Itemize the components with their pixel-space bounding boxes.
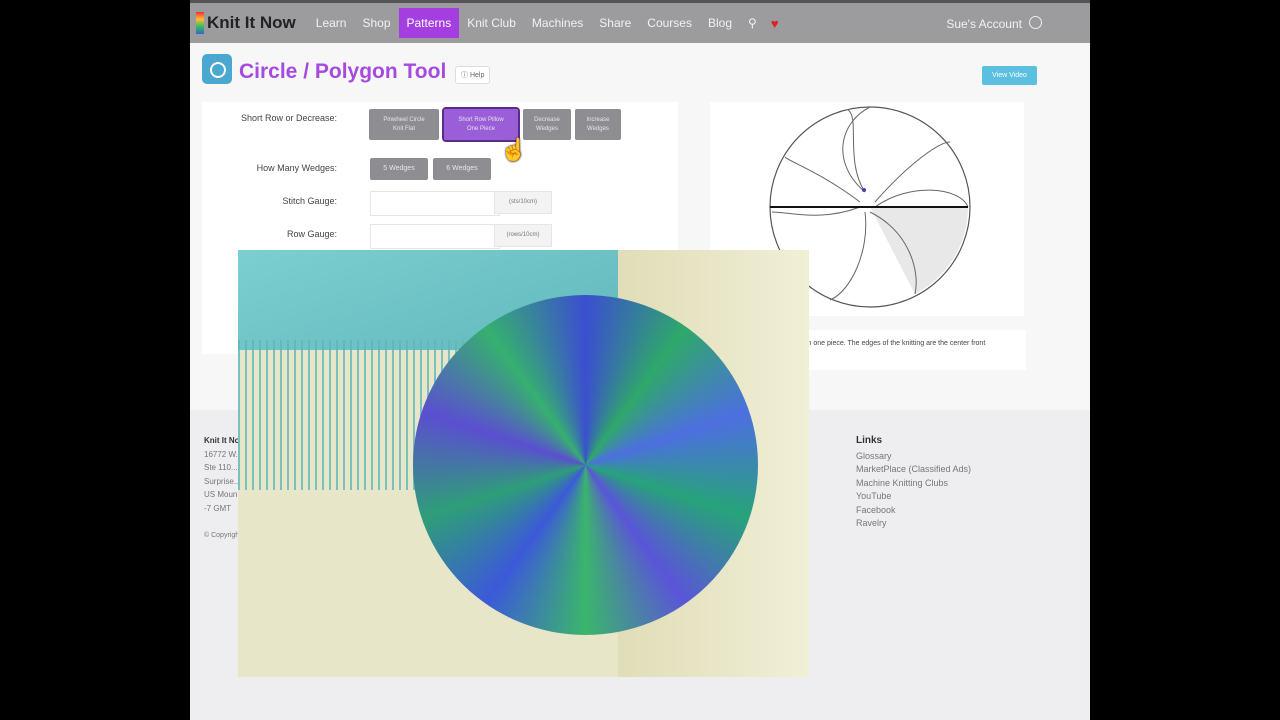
- link-facebook[interactable]: Facebook: [856, 504, 971, 518]
- page-title: Circle / Polygon Tool: [239, 60, 447, 83]
- row-gauge-input[interactable]: [370, 224, 500, 249]
- account-link[interactable]: Sue's Account: [946, 17, 1022, 31]
- link-youtube[interactable]: YouTube: [856, 490, 971, 504]
- short-row-label: Short Row or Decrease:: [240, 113, 337, 123]
- nav-blog[interactable]: Blog: [700, 8, 740, 38]
- wedges-label: How Many Wedges:: [256, 163, 337, 173]
- hand-cursor-icon: ☝: [500, 137, 528, 162]
- nav-shop[interactable]: Shop: [354, 8, 398, 38]
- nav-knit-club[interactable]: Knit Club: [459, 8, 524, 38]
- help-button[interactable]: ⓘ Help: [455, 66, 491, 84]
- page: Knit It Now Learn Shop Patterns Knit Clu…: [190, 0, 1090, 720]
- option-5-wedges[interactable]: 5 Wedges: [370, 158, 428, 180]
- logo-text: Knit It Now: [207, 13, 296, 32]
- pillow-photo: [238, 250, 809, 677]
- view-video-button[interactable]: View Video: [982, 66, 1037, 85]
- globe-icon[interactable]: [1029, 16, 1042, 29]
- link-ravelry[interactable]: Ravelry: [856, 517, 971, 531]
- tool-icon: [202, 54, 232, 84]
- help-label: Help: [469, 72, 485, 79]
- option-increase-wedges[interactable]: Increase Wedges: [575, 109, 621, 140]
- links-heading: Links: [856, 435, 883, 446]
- stitch-gauge-label: Stitch Gauge:: [282, 196, 337, 206]
- link-marketplace[interactable]: MarketPlace (Classified Ads): [856, 463, 971, 477]
- nav-courses[interactable]: Courses: [639, 8, 700, 38]
- link-clubs[interactable]: Machine Knitting Clubs: [856, 477, 971, 491]
- stitch-gauge-unit: (sts/10cm): [494, 191, 552, 214]
- nav-share[interactable]: Share: [591, 8, 639, 38]
- stitch-gauge-input[interactable]: [370, 191, 500, 216]
- row-gauge-unit: (rows/10cm): [494, 224, 552, 247]
- option-decrease-wedges[interactable]: Decrease Wedges: [523, 109, 571, 140]
- top-nav: Knit It Now Learn Shop Patterns Knit Clu…: [190, 0, 1090, 43]
- option-6-wedges[interactable]: 6 Wedges: [433, 158, 491, 180]
- nav-learn[interactable]: Learn: [308, 8, 355, 38]
- search-icon[interactable]: ⚲: [740, 8, 765, 38]
- logo-mark: [196, 12, 204, 34]
- link-glossary[interactable]: Glossary: [856, 450, 971, 464]
- footer-links: Links Glossary MarketPlace (Classified A…: [856, 434, 971, 531]
- knitted-pillow: [413, 295, 758, 635]
- nav-patterns[interactable]: Patterns: [398, 8, 460, 38]
- logo[interactable]: Knit It Now: [196, 12, 296, 34]
- option-pinwheel[interactable]: Pinwheel Circle Knit Flat: [369, 109, 439, 140]
- heart-icon[interactable]: ♥: [765, 16, 785, 31]
- nav-machines[interactable]: Machines: [524, 8, 591, 38]
- option-short-row-pillow[interactable]: Short Row Pillow One Piece: [442, 107, 520, 142]
- row-gauge-label: Row Gauge:: [286, 229, 337, 239]
